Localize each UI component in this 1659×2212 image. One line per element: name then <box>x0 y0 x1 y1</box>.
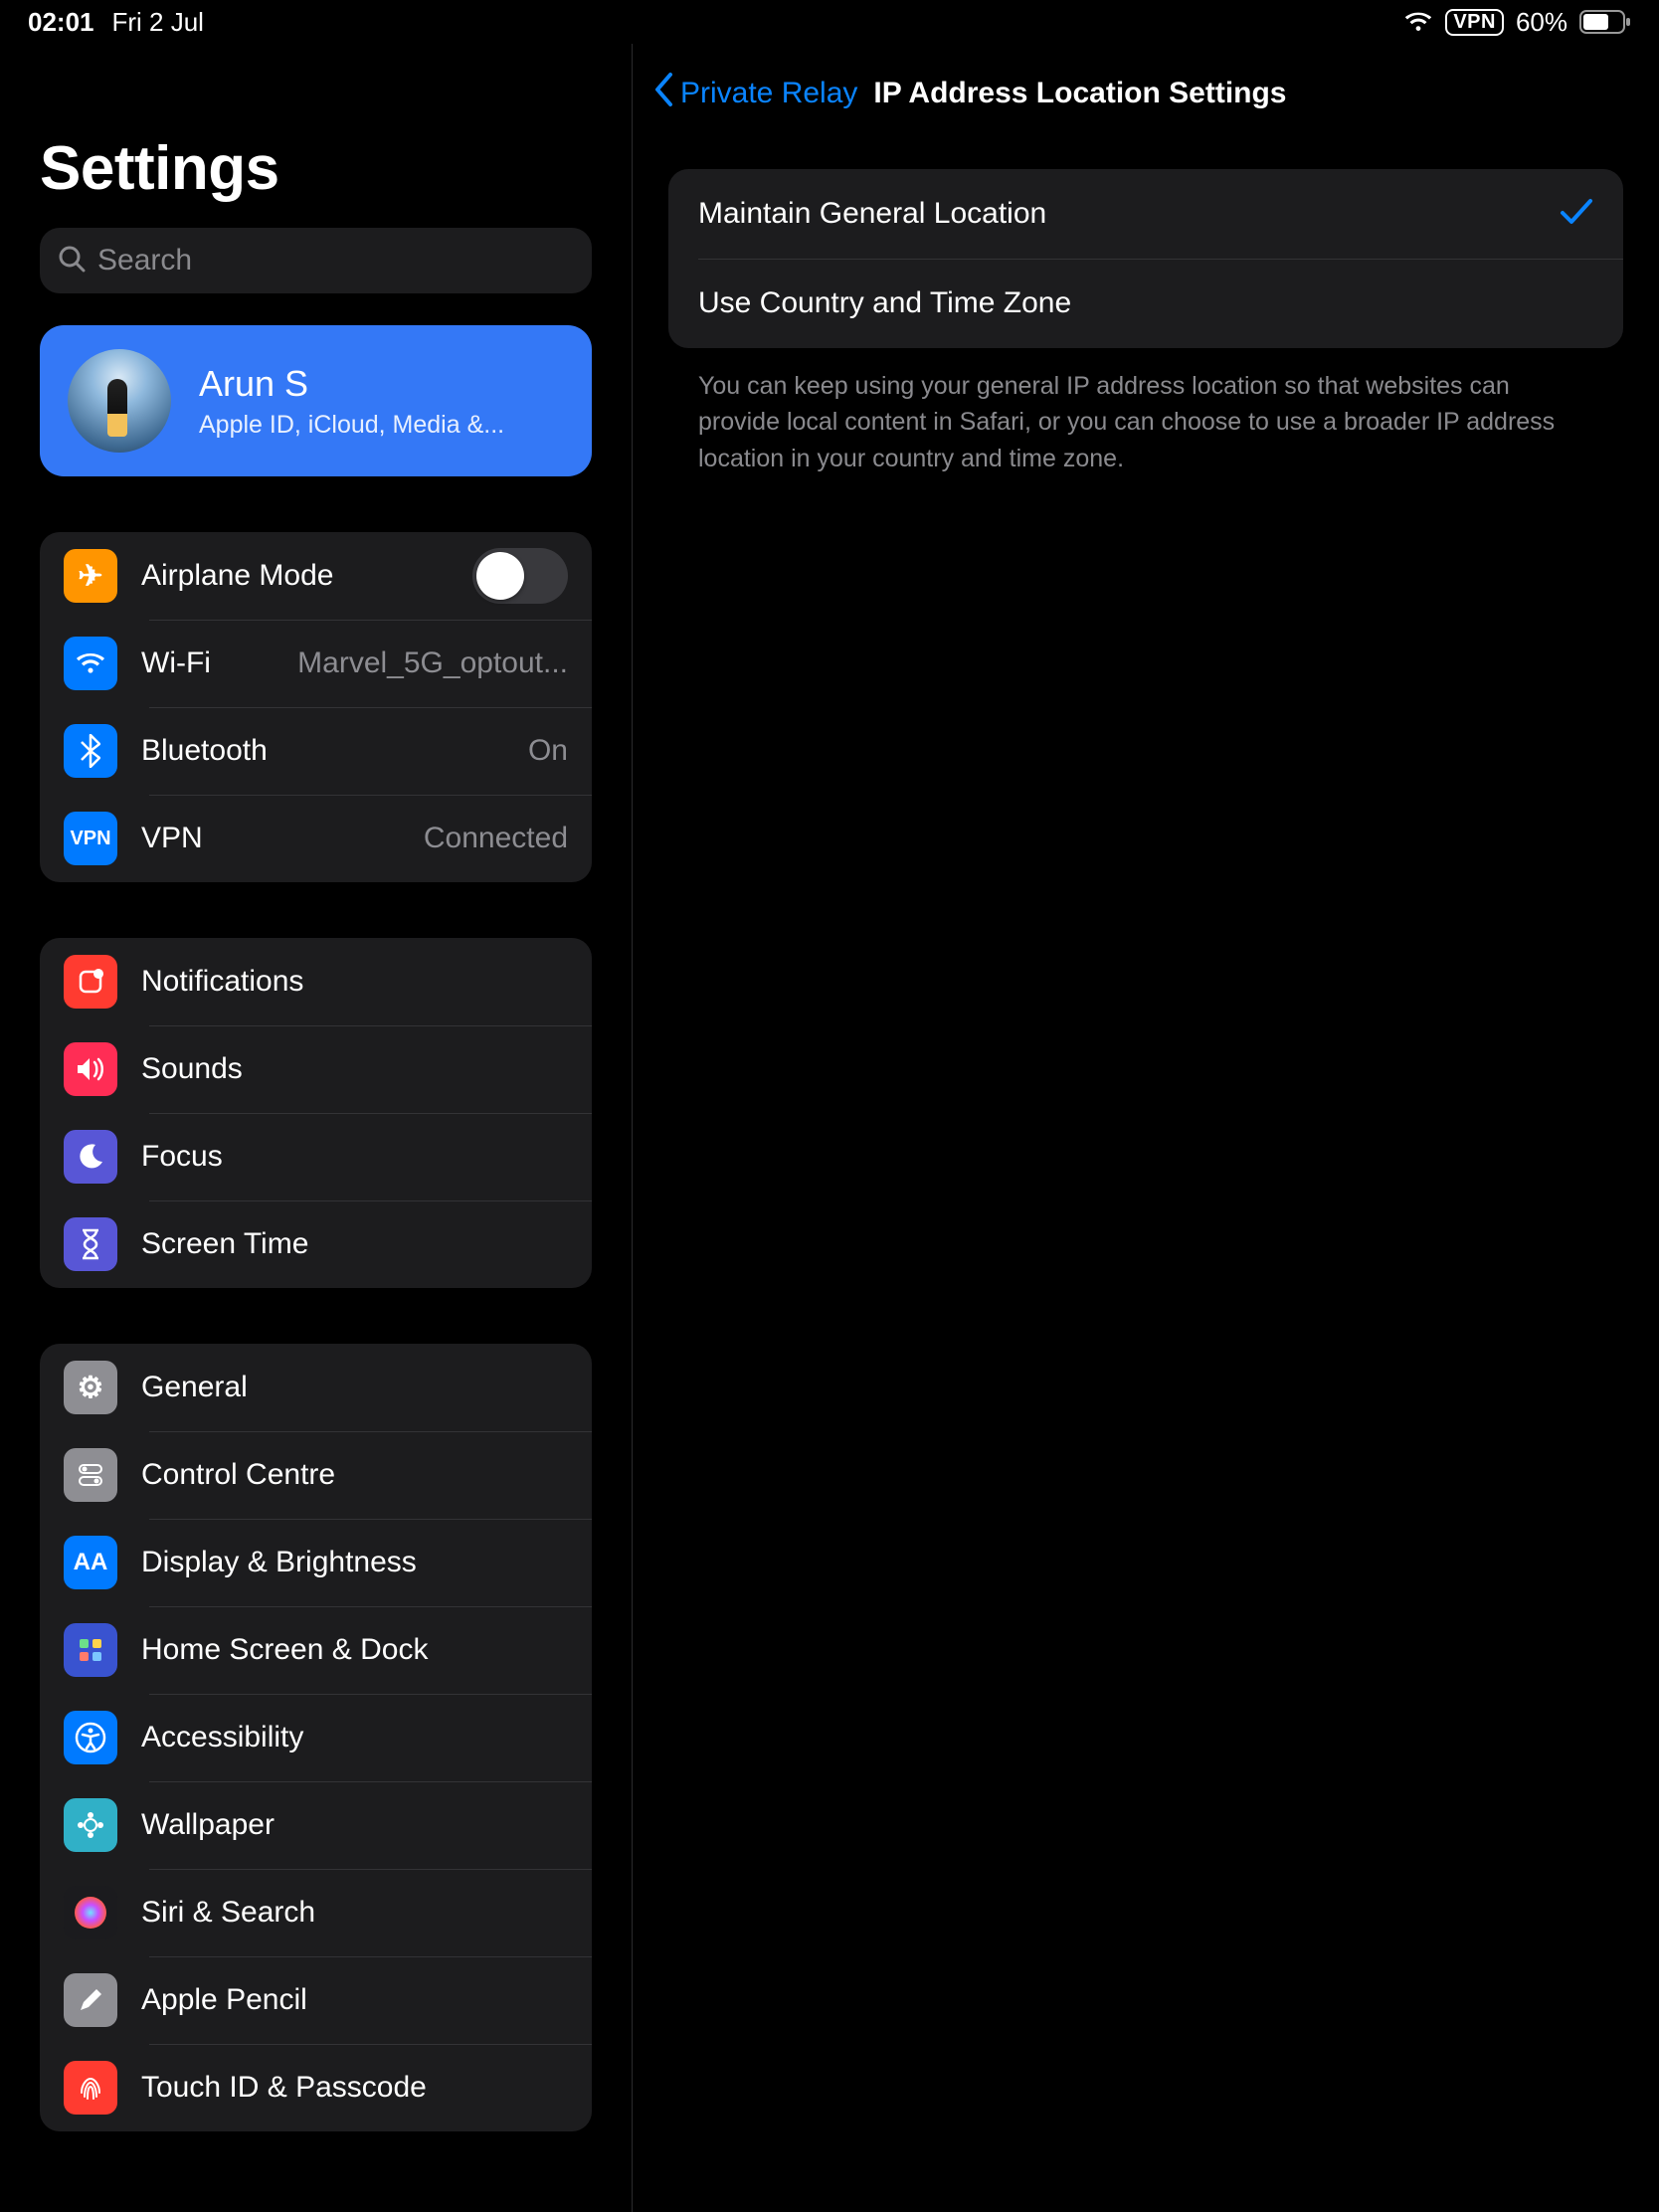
chevron-left-icon <box>652 72 676 115</box>
detail-title: IP Address Location Settings <box>873 77 1286 110</box>
sidebar-item-control[interactable]: Control Centre <box>40 1431 592 1519</box>
accessibility-icon <box>64 1711 117 1764</box>
wifi-label: Wi-Fi <box>141 646 274 680</box>
airplane-icon: ✈ <box>64 549 117 603</box>
notifications-icon <box>64 955 117 1009</box>
homescreen-icon <box>64 1623 117 1677</box>
touchid-label: Touch ID & Passcode <box>141 2071 568 2105</box>
control-centre-icon <box>64 1448 117 1502</box>
status-date: Fri 2 Jul <box>112 7 204 38</box>
sidebar-item-siri[interactable]: Siri & Search <box>40 1869 592 1956</box>
sidebar-item-accessibility[interactable]: Accessibility <box>40 1694 592 1781</box>
gear-icon: ⚙ <box>64 1361 117 1414</box>
search-field[interactable] <box>40 228 592 293</box>
battery-icon <box>1579 10 1631 34</box>
search-icon <box>58 245 86 277</box>
airplane-toggle[interactable] <box>472 548 568 604</box>
sounds-icon <box>64 1042 117 1096</box>
airplane-label: Airplane Mode <box>141 559 449 593</box>
sidebar-item-homescreen[interactable]: Home Screen & Dock <box>40 1606 592 1694</box>
sidebar-item-wifi[interactable]: Wi-Fi Marvel_5G_optout... <box>40 620 592 707</box>
option-maintain-general-location[interactable]: Maintain General Location <box>668 169 1623 259</box>
wallpaper-label: Wallpaper <box>141 1808 568 1842</box>
general-label: General <box>141 1371 568 1404</box>
profile-card[interactable]: Arun S Apple ID, iCloud, Media &... <box>40 325 592 476</box>
option-maintain-label: Maintain General Location <box>698 197 1560 231</box>
option-country-timezone[interactable]: Use Country and Time Zone <box>668 259 1623 348</box>
search-input[interactable] <box>97 244 574 277</box>
sounds-label: Sounds <box>141 1052 568 1086</box>
control-label: Control Centre <box>141 1458 568 1492</box>
siri-label: Siri & Search <box>141 1896 568 1930</box>
detail-header: Private Relay IP Address Location Settin… <box>633 44 1659 143</box>
sidebar-item-display[interactable]: AA Display & Brightness <box>40 1519 592 1606</box>
settings-sidebar: Settings Arun S Apple ID, iCloud, Media … <box>0 44 633 2212</box>
sidebar-item-general[interactable]: ⚙ General <box>40 1344 592 1431</box>
vpn-icon: VPN <box>64 812 117 865</box>
focus-label: Focus <box>141 1140 568 1174</box>
bluetooth-icon <box>64 724 117 778</box>
wifi-icon <box>1403 11 1433 33</box>
sidebar-item-touchid[interactable]: Touch ID & Passcode <box>40 2044 592 2131</box>
sidebar-item-pencil[interactable]: Apple Pencil <box>40 1956 592 2044</box>
options-footer-text: You can keep using your general IP addre… <box>668 348 1623 476</box>
display-label: Display & Brightness <box>141 1546 568 1579</box>
profile-name: Arun S <box>199 363 504 405</box>
status-time: 02:01 <box>28 7 94 38</box>
display-icon: AA <box>64 1536 117 1589</box>
wifi-settings-icon <box>64 637 117 690</box>
back-label: Private Relay <box>680 77 857 110</box>
vpn-label: VPN <box>141 822 400 855</box>
sidebar-item-sounds[interactable]: Sounds <box>40 1025 592 1113</box>
vpn-value: Connected <box>424 822 568 855</box>
bluetooth-value: On <box>528 734 568 768</box>
homescreen-label: Home Screen & Dock <box>141 1633 568 1667</box>
wallpaper-icon <box>64 1798 117 1852</box>
sidebar-item-vpn[interactable]: VPN VPN Connected <box>40 795 592 882</box>
checkmark-icon <box>1560 197 1593 232</box>
screentime-icon <box>64 1217 117 1271</box>
page-title: Settings <box>40 133 592 204</box>
alerts-group: Notifications Sounds Focus Screen Time <box>40 938 592 1288</box>
screentime-label: Screen Time <box>141 1227 568 1261</box>
ip-location-options: Maintain General Location Use Country an… <box>668 169 1623 348</box>
sidebar-item-focus[interactable]: Focus <box>40 1113 592 1200</box>
sidebar-item-wallpaper[interactable]: Wallpaper <box>40 1781 592 1869</box>
siri-icon <box>64 1886 117 1939</box>
system-group: ⚙ General Control Centre AA Display & Br… <box>40 1344 592 2131</box>
battery-percentage: 60% <box>1516 7 1567 38</box>
sidebar-item-airplane[interactable]: ✈ Airplane Mode <box>40 532 592 620</box>
bluetooth-label: Bluetooth <box>141 734 504 768</box>
pencil-icon <box>64 1973 117 2027</box>
vpn-badge: VPN <box>1445 9 1504 36</box>
accessibility-label: Accessibility <box>141 1721 568 1754</box>
status-bar: 02:01 Fri 2 Jul VPN 60% <box>0 0 1659 44</box>
connectivity-group: ✈ Airplane Mode Wi-Fi Marvel_5G_optout..… <box>40 532 592 882</box>
avatar <box>68 349 171 453</box>
sidebar-item-screentime[interactable]: Screen Time <box>40 1200 592 1288</box>
back-button[interactable]: Private Relay <box>652 72 857 115</box>
touchid-icon <box>64 2061 117 2115</box>
profile-subtitle: Apple ID, iCloud, Media &... <box>199 411 504 440</box>
focus-icon <box>64 1130 117 1184</box>
sidebar-item-notifications[interactable]: Notifications <box>40 938 592 1025</box>
sidebar-item-bluetooth[interactable]: Bluetooth On <box>40 707 592 795</box>
notifications-label: Notifications <box>141 965 568 999</box>
wifi-value: Marvel_5G_optout... <box>297 646 568 680</box>
option-country-label: Use Country and Time Zone <box>698 286 1593 320</box>
detail-pane: Private Relay IP Address Location Settin… <box>633 44 1659 2212</box>
pencil-label: Apple Pencil <box>141 1983 568 2017</box>
